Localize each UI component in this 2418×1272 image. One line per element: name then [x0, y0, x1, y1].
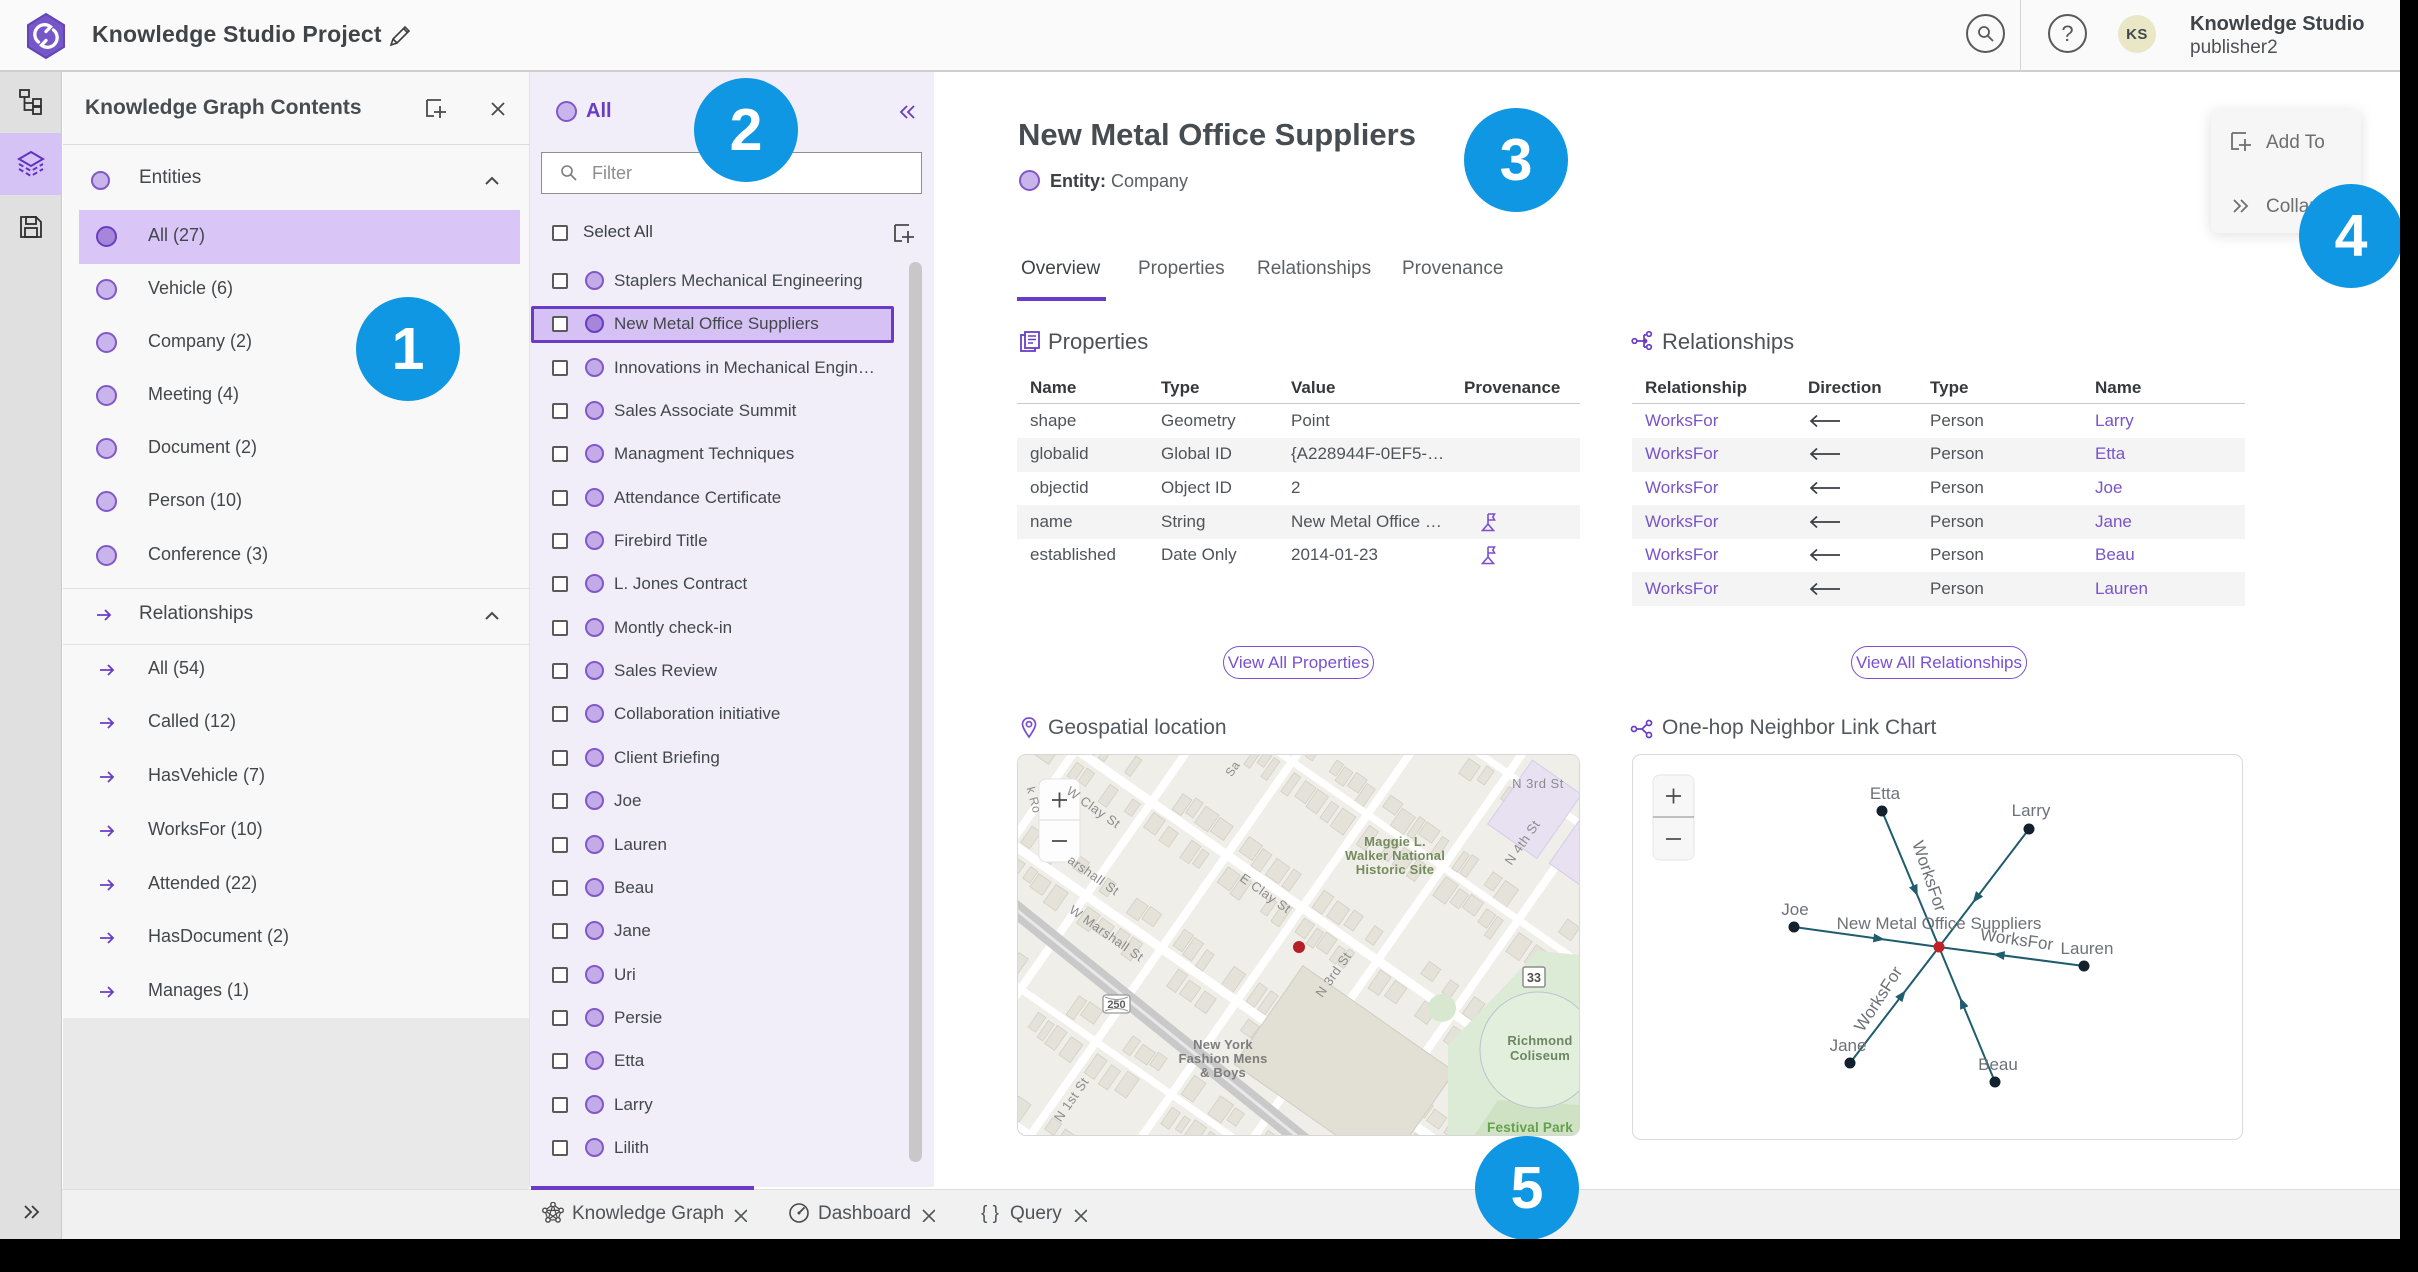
svg-text:Historic Site: Historic Site: [1356, 862, 1434, 877]
svg-text:Joe: Joe: [1781, 900, 1808, 919]
svg-text:Lauren: Lauren: [2061, 939, 2114, 958]
svg-text:& Boys: & Boys: [1200, 1065, 1246, 1080]
svg-text:Jane: Jane: [1830, 1036, 1867, 1055]
svg-text:Festival Park: Festival Park: [1487, 1120, 1573, 1135]
svg-text:N 3rd St: N 3rd St: [1512, 776, 1564, 791]
svg-text:Beau: Beau: [1978, 1055, 2018, 1074]
svg-text:Coliseum: Coliseum: [1510, 1048, 1570, 1063]
svg-text:Larry: Larry: [2012, 801, 2051, 820]
svg-text:Maggie L.: Maggie L.: [1364, 834, 1426, 849]
svg-text:33: 33: [1527, 971, 1541, 985]
svg-text:Richmond: Richmond: [1507, 1033, 1572, 1048]
svg-text:WorksFor: WorksFor: [1908, 838, 1950, 914]
svg-text:250: 250: [1107, 999, 1125, 1011]
svg-text:Etta: Etta: [1870, 784, 1901, 803]
svg-text:Walker National: Walker National: [1345, 848, 1445, 863]
svg-text:WorksFor: WorksFor: [1979, 925, 2055, 954]
svg-text:New York: New York: [1193, 1037, 1253, 1052]
svg-text:Fashion Mens: Fashion Mens: [1178, 1051, 1267, 1066]
